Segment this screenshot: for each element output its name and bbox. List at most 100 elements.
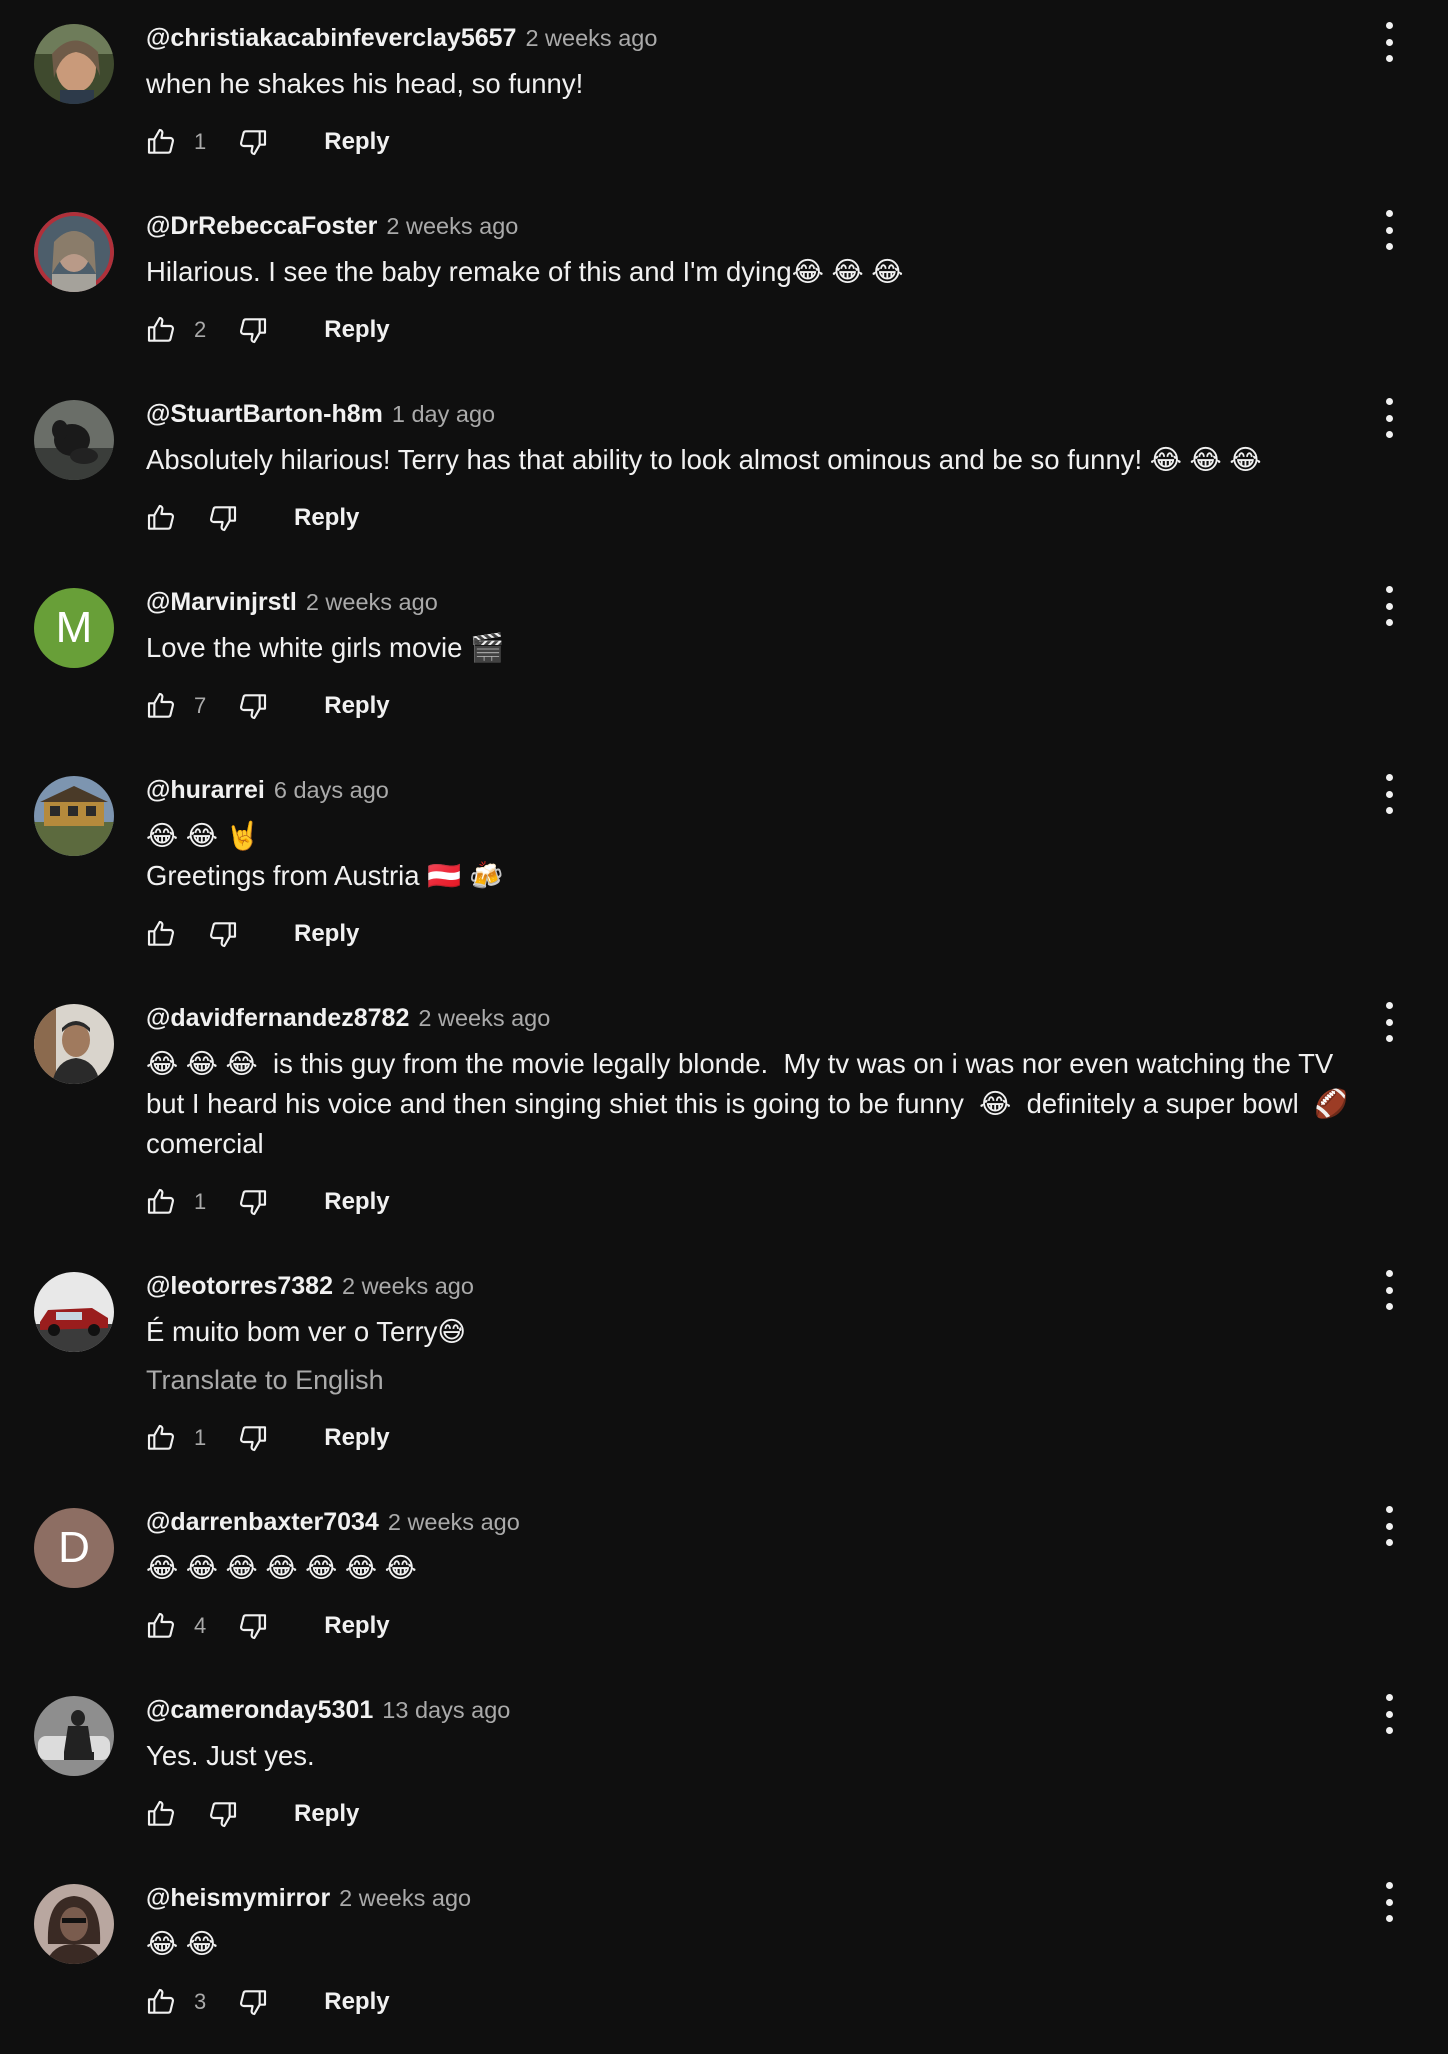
dislike-button[interactable] [236, 1985, 270, 2019]
thumbs-down-icon [240, 130, 267, 156]
reply-button[interactable]: Reply [324, 686, 389, 726]
comment-text: when he shakes his head, so funny! [146, 68, 584, 99]
avatar[interactable]: D [34, 1508, 114, 1588]
reply-button[interactable]: Reply [324, 1982, 389, 2022]
more-vert-icon[interactable] [1382, 1002, 1396, 1042]
avatar-initial: D [58, 1523, 90, 1572]
reply-button[interactable]: Reply [324, 1182, 389, 1222]
more-vert-icon[interactable] [1382, 1882, 1396, 1922]
comment-time[interactable]: 2 weeks ago [339, 1885, 471, 1912]
dislike-button[interactable] [206, 1797, 240, 1831]
avatar-initial: M [55, 603, 93, 652]
dislike-button[interactable] [236, 689, 270, 723]
more-vert-icon[interactable] [1382, 1506, 1396, 1546]
like-button[interactable] [144, 1985, 178, 2019]
author-name[interactable]: @darrenbaxter7034 [146, 1508, 379, 1537]
comment-header: @leotorres7382 2 weeks ago [146, 1272, 1358, 1308]
author-name[interactable]: @leotorres7382 [146, 1272, 333, 1301]
comment-body: @davidfernandez8782 2 weeks ago 😂 😂 😂 is… [146, 1004, 1358, 1226]
like-button[interactable] [144, 1421, 178, 1455]
thumbs-down-icon [240, 1990, 267, 2016]
comment-time[interactable]: 2 weeks ago [306, 589, 438, 616]
avatar[interactable]: M [34, 588, 114, 668]
dislike-button[interactable] [206, 501, 240, 535]
more-vert-icon[interactable] [1382, 210, 1396, 250]
comment-time[interactable]: 2 weeks ago [342, 1273, 474, 1300]
comment-time[interactable]: 2 weeks ago [418, 1005, 550, 1032]
thumbs-down-icon [209, 506, 237, 532]
dislike-button[interactable] [236, 1609, 270, 1643]
more-vert-icon[interactable] [1382, 1694, 1396, 1734]
author-name[interactable]: @heismymirror [146, 1884, 330, 1913]
like-button[interactable] [144, 1609, 178, 1643]
avatar-photo [34, 1272, 114, 1352]
like-button[interactable] [144, 125, 178, 159]
avatar[interactable] [34, 776, 114, 856]
comment-text: Absolutely hilarious! Terry has that abi… [146, 444, 1262, 475]
author-name[interactable]: @christiakacabinfeverclay5657 [146, 24, 516, 53]
avatar[interactable] [34, 212, 114, 292]
more-vert-icon[interactable] [1382, 22, 1396, 62]
like-count: 3 [194, 1989, 207, 2014]
like-button[interactable] [144, 917, 178, 951]
avatar[interactable] [34, 1884, 114, 1964]
like-count: 4 [194, 1613, 207, 1638]
thumbs-up-icon [147, 128, 175, 154]
author-name[interactable]: @Marvinjrstl [146, 588, 297, 617]
translate-link[interactable]: Translate to English [146, 1360, 1358, 1400]
author-name[interactable]: @StuartBarton-h8m [146, 400, 383, 429]
avatar-photo [34, 1004, 114, 1084]
reply-button[interactable]: Reply [324, 1418, 389, 1458]
more-vert-icon[interactable] [1382, 398, 1396, 438]
dislike-button[interactable] [236, 1421, 270, 1455]
like-button[interactable] [144, 1797, 178, 1831]
thumbs-down-icon [209, 922, 237, 948]
like-count: 2 [194, 317, 207, 342]
more-vert-icon[interactable] [1382, 586, 1396, 626]
avatar[interactable] [34, 1272, 114, 1352]
author-name[interactable]: @DrRebeccaFoster [146, 212, 377, 241]
comment-time[interactable]: 2 weeks ago [388, 1509, 520, 1536]
more-vert-icon[interactable] [1382, 1270, 1396, 1310]
thumbs-up-icon [147, 1612, 175, 1638]
reply-button[interactable]: Reply [324, 122, 389, 162]
reply-button[interactable]: Reply [294, 1794, 359, 1834]
reply-button[interactable]: Reply [324, 1606, 389, 1646]
comment-actions: 4 Reply [144, 1602, 1358, 1650]
comment-actions: 1 Reply [144, 1178, 1358, 1226]
like-button[interactable] [144, 313, 178, 347]
thumbs-up-icon [147, 1424, 175, 1450]
dislike-button[interactable] [236, 313, 270, 347]
comment-text: 😂 😂 [146, 1928, 218, 1959]
reply-button[interactable]: Reply [294, 914, 359, 954]
dislike-button[interactable] [236, 125, 270, 159]
thumbs-down-icon [209, 1802, 237, 1828]
comment-actions: Reply [144, 910, 1358, 958]
avatar[interactable] [34, 1696, 114, 1776]
author-name[interactable]: @davidfernandez8782 [146, 1004, 409, 1033]
avatar[interactable] [34, 1004, 114, 1084]
avatar-photo [34, 212, 114, 292]
comment-time[interactable]: 2 weeks ago [525, 25, 657, 52]
reply-button[interactable]: Reply [324, 310, 389, 350]
like-count: 1 [194, 129, 207, 154]
like-count: 1 [194, 1189, 207, 1214]
thumbs-up-icon [147, 1188, 175, 1214]
avatar[interactable] [34, 400, 114, 480]
dislike-button[interactable] [206, 917, 240, 951]
like-button[interactable] [144, 501, 178, 535]
comment-time[interactable]: 13 days ago [382, 1697, 510, 1724]
comment-time[interactable]: 1 day ago [392, 401, 495, 428]
like-button[interactable] [144, 689, 178, 723]
avatar[interactable] [34, 24, 114, 104]
thumbs-up-icon [147, 1800, 175, 1826]
author-name[interactable]: @hurarrei [146, 776, 265, 805]
more-vert-icon[interactable] [1382, 774, 1396, 814]
like-button[interactable] [144, 1185, 178, 1219]
author-name[interactable]: @cameronday5301 [146, 1696, 373, 1725]
dislike-button[interactable] [236, 1185, 270, 1219]
avatar-photo [34, 1696, 114, 1776]
comment-time[interactable]: 6 days ago [274, 777, 389, 804]
reply-button[interactable]: Reply [294, 498, 359, 538]
comment-time[interactable]: 2 weeks ago [386, 213, 518, 240]
